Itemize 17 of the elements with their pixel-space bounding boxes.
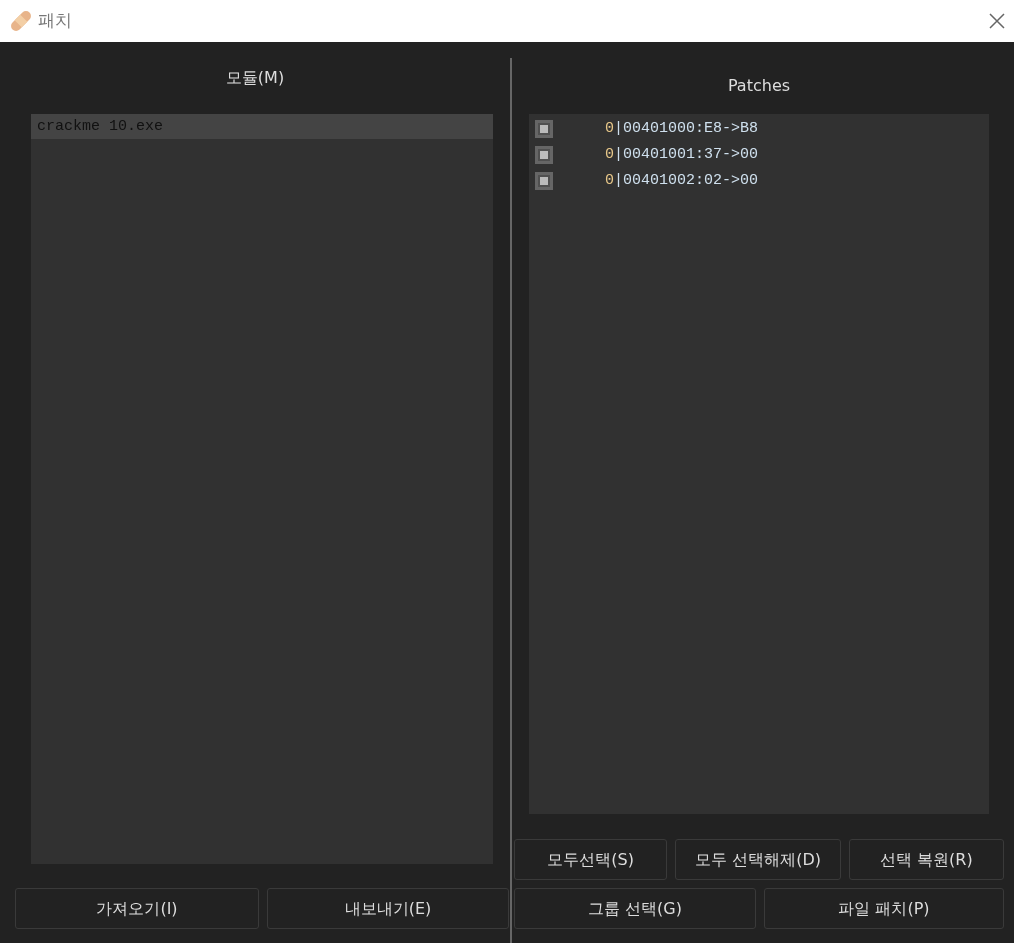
panel-heading: Patches xyxy=(726,75,792,97)
patch-entry[interactable]: 0|00401002:02->00 xyxy=(605,169,759,193)
action-button[interactable]: 모두선택(S) xyxy=(514,839,668,880)
action-button[interactable]: 파일 패치(P) xyxy=(764,888,1004,929)
checkbox[interactable] xyxy=(535,120,553,138)
action-button[interactable]: 그룹 선택(G) xyxy=(514,888,756,929)
close-icon[interactable] xyxy=(988,12,1006,30)
action-button[interactable]: 가져오기(I) xyxy=(15,888,259,929)
patch-entry[interactable]: 0|00401000:E8->B8 xyxy=(605,117,759,141)
patch-entry[interactable]: 0|00401001:37->00 xyxy=(605,143,759,167)
panel-heading: 모듈(M) xyxy=(224,67,286,89)
action-button[interactable]: 내보내기(E) xyxy=(267,888,509,929)
window-title: 패치 xyxy=(38,9,72,33)
action-button[interactable]: 모두 선택해제(D) xyxy=(675,839,841,880)
checkbox[interactable] xyxy=(535,172,553,190)
action-button[interactable]: 선택 복원(R) xyxy=(848,839,1004,880)
checkbox[interactable] xyxy=(535,146,553,164)
